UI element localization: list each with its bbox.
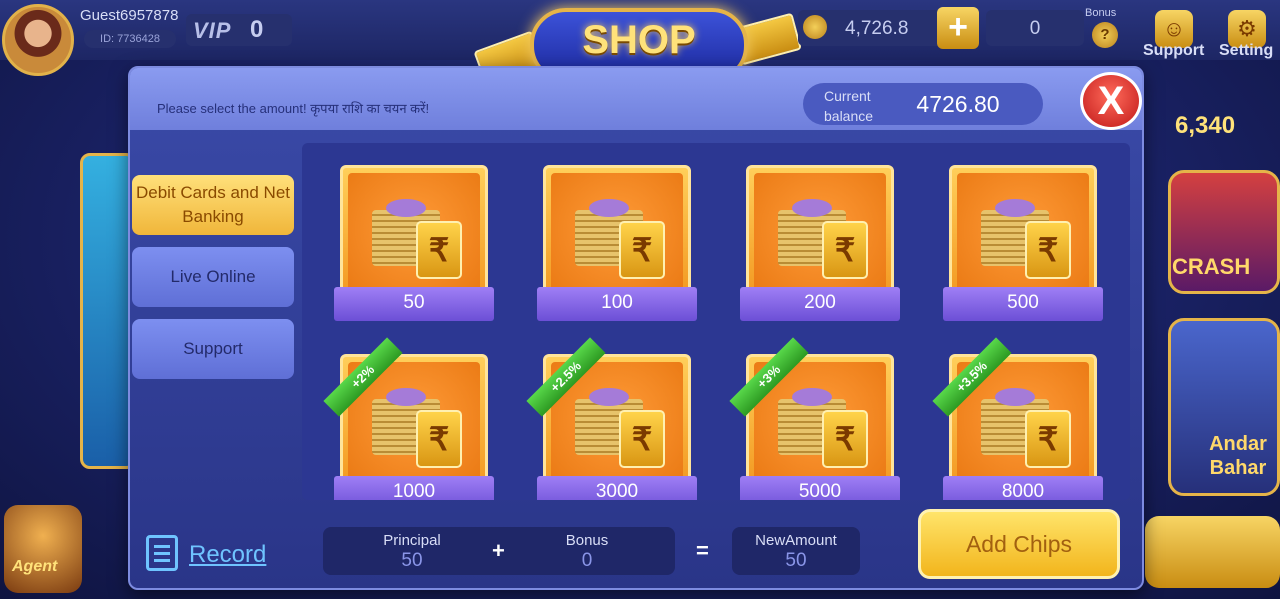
package-card-50[interactable]: ₹ 50 [334, 165, 494, 333]
record-link[interactable]: Record [189, 541, 266, 569]
package-card-5000[interactable]: ₹ +3% 5000 [729, 337, 900, 500]
package-card-500[interactable]: ₹ 500 [943, 165, 1103, 333]
bonus-question-icon[interactable]: ? [1092, 22, 1118, 48]
support-label[interactable]: Support [1143, 42, 1204, 60]
current-balance-label: Current balance [824, 88, 874, 124]
package-amount: 50 [403, 292, 425, 313]
package-amount: 200 [804, 292, 836, 313]
close-button[interactable]: X [1080, 72, 1142, 130]
package-card-200[interactable]: ₹ 200 [740, 165, 900, 333]
shop-title: SHOP [582, 18, 696, 62]
username: Guest6957878 [80, 7, 179, 24]
gift-bow-icon [995, 388, 1035, 406]
rupee-card-icon: ₹ [822, 221, 868, 279]
new-amount-label: NewAmount [755, 532, 837, 549]
package-amount: 3000 [595, 481, 639, 500]
gift-bow-icon [589, 388, 629, 406]
package-amount: 1000 [392, 481, 436, 500]
record-icon[interactable] [146, 535, 178, 571]
package-amount: 100 [601, 292, 633, 313]
crash-game-label: CRASH [1172, 254, 1251, 279]
bonus-summary-label: Bonus [565, 532, 609, 549]
principal-label: Principal [383, 532, 441, 549]
rupee-card-icon: ₹ [416, 410, 462, 468]
background-buy-button[interactable] [1145, 516, 1280, 588]
andar-bahar-label: Andar Bahar [1209, 433, 1267, 479]
gift-bow-icon [589, 199, 629, 217]
amount-instruction: Please select the amount! कृपया राशि का … [157, 101, 430, 116]
plus-operator: + [492, 538, 505, 563]
coin-icon [803, 15, 827, 39]
package-card-3000[interactable]: ₹ +2.5% 3000 [526, 337, 697, 500]
package-amount: 500 [1007, 292, 1039, 313]
tab-debit-cards-net-banking[interactable]: Debit Cards and Net Banking [132, 175, 294, 235]
package-card-8000[interactable]: ₹ +3.5% 8000 [932, 337, 1103, 500]
new-amount-value: 50 [785, 550, 807, 571]
agent-icon[interactable] [4, 505, 82, 593]
bonus-label: Bonus [1085, 7, 1117, 19]
vip-level: 0 [250, 16, 264, 43]
package-amount: 5000 [798, 481, 842, 500]
add-chips-button[interactable]: Add Chips [918, 509, 1120, 579]
equals-operator: = [696, 538, 709, 563]
tab-support[interactable]: Support [132, 319, 294, 379]
rupee-card-icon: ₹ [619, 221, 665, 279]
gift-bow-icon [792, 388, 832, 406]
gift-bow-icon [792, 199, 832, 217]
add-coins-button[interactable]: + [937, 7, 979, 49]
bonus-summary-value: 0 [581, 550, 593, 571]
package-amount: 8000 [1001, 481, 1045, 500]
package-card-1000[interactable]: ₹ +2% 1000 [323, 337, 494, 500]
background-jackpot-number: 6,340 [1175, 112, 1236, 139]
coin-balance: 4,726.8 [845, 18, 909, 39]
agent-label: Agent [12, 558, 58, 575]
avatar[interactable] [2, 4, 74, 76]
rupee-card-icon: ₹ [1025, 410, 1071, 468]
user-id: ID: 7736428 [84, 30, 176, 48]
rupee-card-icon: ₹ [1025, 221, 1071, 279]
package-card-100[interactable]: ₹ 100 [537, 165, 697, 333]
setting-label[interactable]: Setting [1219, 42, 1273, 60]
package-grid: ₹ 50 ₹ 100 ₹ 200 ₹ 500 ₹ +2% 1000 ₹ +2.5… [302, 143, 1130, 500]
gift-bow-icon [386, 199, 426, 217]
rupee-card-icon: ₹ [416, 221, 462, 279]
rupee-card-icon: ₹ [619, 410, 665, 468]
gift-bow-icon [995, 199, 1035, 217]
tab-live-online[interactable]: Live Online [132, 247, 294, 307]
current-balance-value: 4726.80 [916, 91, 1000, 117]
principal-value: 50 [401, 550, 423, 571]
bonus-amount: 0 [1029, 18, 1041, 39]
gift-bow-icon [386, 388, 426, 406]
rupee-card-icon: ₹ [822, 410, 868, 468]
vip-label: VIP [193, 18, 232, 43]
